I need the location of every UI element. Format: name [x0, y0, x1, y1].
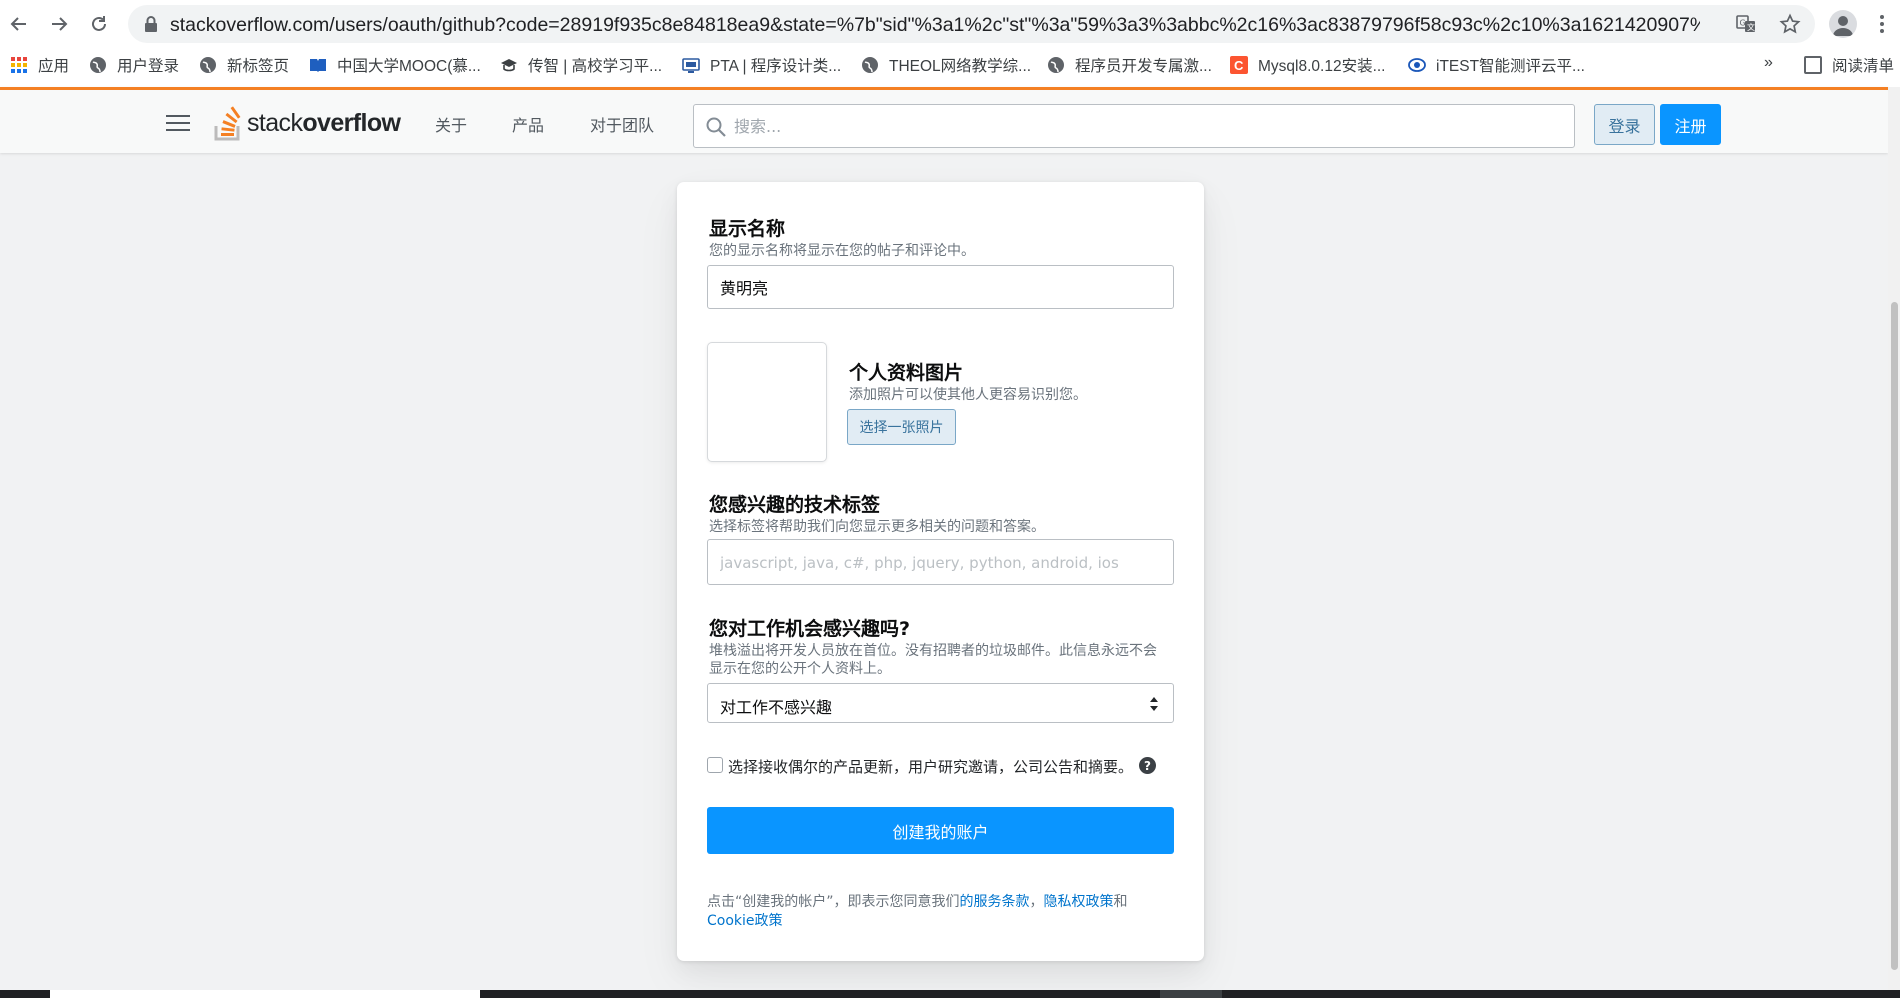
bookmark-label: 程序员开发专属激... [1075, 58, 1212, 75]
arrow-left-icon [10, 17, 26, 31]
legal-notice: 点击“创建我的帐户”，即表示您同意我们的服务条款，隐私权政策和 Cookie政策 [707, 894, 1128, 929]
tags-title: 您感兴趣的技术标签 [709, 494, 881, 516]
create-account-button[interactable]: 创建我的账户 [707, 807, 1174, 854]
bookmark-programmer[interactable]: 程序员开发专属激... [1047, 54, 1212, 76]
bookmark-theol[interactable]: THEOL网络教学综... [861, 54, 1031, 76]
tags-desc: 选择标签将帮助我们向您显示更多相关的问题和答案。 [709, 519, 1045, 535]
arrow-right-icon [52, 17, 68, 31]
site-search [693, 104, 1575, 148]
bookmark-mysql[interactable]: C Mysql8.0.12安装... [1230, 54, 1386, 76]
omnibox[interactable]: stackoverflow.com/users/oauth/github?cod… [128, 5, 1815, 43]
svg-text:文: 文 [1747, 22, 1755, 32]
globe-icon [200, 57, 216, 73]
login-button[interactable]: 登录 [1594, 104, 1655, 145]
nav-about[interactable]: 关于 [435, 112, 467, 136]
bookmark-label: 中国大学MOOC(慕... [337, 58, 481, 75]
choose-photo-button[interactable]: 选择一张照片 [847, 409, 956, 445]
forward-button[interactable] [46, 11, 72, 37]
bookmarks-overflow-button[interactable]: » [1764, 54, 1773, 72]
pta-icon [682, 58, 700, 73]
display-name-input[interactable] [708, 266, 1173, 308]
globe-icon [90, 57, 106, 73]
browser-menu-button[interactable] [1870, 10, 1894, 38]
nav-for-teams[interactable]: 对于团队 [590, 112, 654, 136]
display-name-title: 显示名称 [709, 218, 786, 240]
stackoverflow-logo-icon [214, 106, 241, 141]
back-button[interactable] [6, 11, 32, 37]
bookmark-apps[interactable]: 应用 [10, 54, 69, 76]
bookmark-label: PTA | 程序设计类... [710, 58, 842, 75]
opt-in-label[interactable]: 选择接收偶尔的产品更新，用户研究邀请，公司公告和摘要。 [728, 756, 1133, 777]
profile-picture-desc: 添加照片可以使其他人更容易识别您。 [849, 387, 1087, 403]
star-icon[interactable] [1779, 13, 1801, 35]
person-icon [1833, 16, 1853, 36]
caret-up-down-icon [1150, 697, 1158, 711]
graduation-cap-icon [501, 59, 517, 72]
logo-wordmark: stackoverflow [247, 109, 401, 137]
bookmark-label: THEOL网络教学综... [889, 58, 1032, 75]
job-interest-select[interactable]: 对工作不感兴趣 [707, 683, 1174, 723]
tags-field [707, 539, 1174, 585]
nav-products[interactable]: 产品 [512, 112, 544, 136]
csdn-c-icon: C [1230, 56, 1248, 74]
bottom-strip-segment [1160, 990, 1222, 998]
address-bar-row: stackoverflow.com/users/oauth/github?cod… [0, 0, 1900, 48]
lock-icon [145, 16, 157, 32]
profile-avatar[interactable] [1829, 10, 1857, 38]
bookmark-label: Mysql8.0.12安装... [1258, 58, 1386, 75]
reload-icon [92, 16, 106, 31]
stackoverflow-logo[interactable]: stackoverflow [213, 102, 401, 142]
translate-icon[interactable]: G文 [1735, 13, 1757, 35]
signup-form-card: 显示名称 您的显示名称将显示在您的帖子和评论中。 个人资料图片 添加照片可以使其… [677, 182, 1204, 961]
svg-text:C: C [1234, 58, 1244, 73]
display-name-desc: 您的显示名称将显示在您的帖子和评论中。 [709, 243, 975, 259]
apps-grid-icon [11, 57, 27, 73]
bookmark-label: 传智 | 高校学习平... [528, 58, 663, 75]
mooc-book-icon [310, 59, 326, 72]
globe-icon [862, 57, 878, 73]
bookmark-user-login[interactable]: 用户登录 [89, 54, 179, 76]
bookmark-chuanzhi[interactable]: 传智 | 高校学习平... [500, 54, 662, 76]
profile-picture-preview [707, 342, 827, 462]
help-icon[interactable]: ? [1139, 757, 1156, 774]
svg-text:G: G [1740, 19, 1746, 28]
search-input[interactable] [734, 107, 1554, 145]
bookmark-mooc[interactable]: 中国大学MOOC(慕... [309, 54, 481, 76]
jobs-title: 您对工作机会感兴趣吗? [709, 618, 911, 640]
bottom-strip [0, 990, 1900, 998]
reload-button[interactable] [86, 11, 112, 37]
signup-button[interactable]: 注册 [1660, 104, 1721, 145]
site-topbar: stackoverflow 关于 产品 对于团队 登录 注册 [0, 87, 1888, 153]
job-interest-selected: 对工作不感兴趣 [720, 698, 833, 717]
bookmark-label: iTEST智能测评云平... [1436, 58, 1585, 75]
bottom-strip-segment [50, 990, 480, 998]
display-name-field [707, 265, 1174, 309]
scrollbar-thumb[interactable] [1891, 302, 1898, 970]
itest-icon [1408, 58, 1426, 72]
opt-in-checkbox[interactable] [707, 757, 723, 773]
globe-icon [1048, 57, 1064, 73]
privacy-link[interactable]: 隐私权政策 [1044, 894, 1114, 910]
terms-link[interactable]: 的服务条款 [960, 894, 1030, 910]
jobs-desc: 堆栈溢出将开发人员放在首位。没有招聘者的垃圾邮件。此信息永远不会显示在您的公开个… [709, 643, 1157, 677]
cookie-policy-link[interactable]: Cookie政策 [707, 913, 783, 929]
browser-chrome: stackoverflow.com/users/oauth/github?cod… [0, 0, 1900, 90]
bookmark-label: 新标签页 [227, 58, 290, 75]
bookmark-itest[interactable]: iTEST智能测评云平... [1408, 54, 1585, 76]
search-icon [706, 117, 726, 137]
bookmark-label: 应用 [38, 58, 70, 75]
tags-input[interactable] [708, 540, 1173, 584]
bookmark-label: 用户登录 [117, 58, 180, 75]
hamburger-menu-icon[interactable] [166, 115, 190, 131]
reading-list-button[interactable]: 阅读清单 [1804, 54, 1894, 76]
reading-list-icon [1804, 56, 1822, 74]
bookmark-new-tab[interactable]: 新标签页 [199, 54, 289, 76]
reading-list-label: 阅读清单 [1832, 58, 1895, 75]
bookmark-pta[interactable]: PTA | 程序设计类... [682, 54, 841, 76]
bookmarks-bar: 应用 用户登录 新标签页 中国大学MOOC(慕... 传智 | 高校学习平...… [0, 48, 1900, 82]
url-text[interactable]: stackoverflow.com/users/oauth/github?cod… [170, 14, 1700, 37]
profile-picture-title: 个人资料图片 [849, 362, 964, 384]
